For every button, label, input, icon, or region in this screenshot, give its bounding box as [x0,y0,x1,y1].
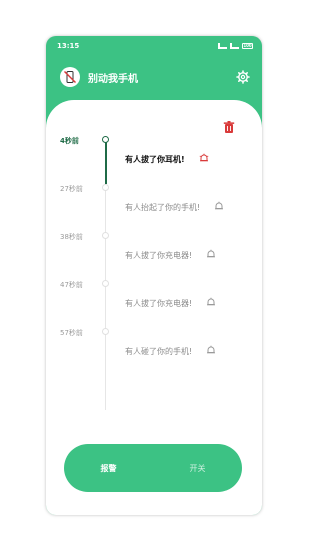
entry-message: 有人抬起了你的手机! [125,203,201,212]
status-bar: 13:15 100 [46,36,262,56]
app-logo-icon [60,67,80,87]
status-icons: 100 [218,43,253,49]
status-time: 13:15 [57,42,80,50]
timeline-dot [102,184,109,191]
alarm-bell-icon [207,345,215,354]
settings-gear-icon[interactable] [236,70,250,84]
alarm-bell-icon [215,201,223,210]
entry-time: 47秒前 [60,281,83,289]
timeline-entry[interactable]: 57秒前 有人碰了你的手机! [46,328,262,356]
wifi-icon [230,43,239,49]
entry-time: 4秒前 [60,137,79,145]
timeline-entry[interactable]: 47秒前 有人拔了你充电器! [46,280,262,308]
timeline-dot [102,136,109,143]
alarm-bell-icon [199,153,209,162]
app-bar: 别动我手机 [46,60,262,94]
app-title: 别动我手机 [88,73,138,85]
entry-message: 有人碰了你的手机! [125,347,193,356]
entry-message: 有人拔了你耳机! [125,155,185,164]
mode-toggle: 报警 开关 [64,444,242,492]
entry-message: 有人拔了你充电器! [125,251,193,260]
timeline-dot [102,328,109,335]
alarm-bell-icon [207,297,215,306]
timeline-entry[interactable]: 38秒前 有人拔了你充电器! [46,232,262,260]
entry-time: 57秒前 [60,329,83,337]
phone-screen: 13:15 100 别动我手机 4秒前 有人拔了你耳机! 27秒前 有人抬起了你… [46,36,262,515]
timeline-entry[interactable]: 27秒前 有人抬起了你的手机! [46,184,262,212]
alarm-bell-icon [207,249,215,258]
timeline-panel: 4秒前 有人拔了你耳机! 27秒前 有人抬起了你的手机! 38秒前 有人拔了你充… [46,100,262,515]
timeline-dot [102,280,109,287]
timeline-dot [102,232,109,239]
entry-time: 27秒前 [60,185,83,193]
switch-button[interactable]: 开关 [153,463,242,474]
entry-message: 有人拔了你充电器! [125,299,193,308]
alarm-button[interactable]: 报警 [64,463,153,474]
entry-time: 38秒前 [60,233,83,241]
trash-icon[interactable] [222,120,236,134]
timeline-entry[interactable]: 4秒前 有人拔了你耳机! [46,136,262,164]
signal-icon [218,43,227,49]
battery-icon: 100 [242,43,253,49]
